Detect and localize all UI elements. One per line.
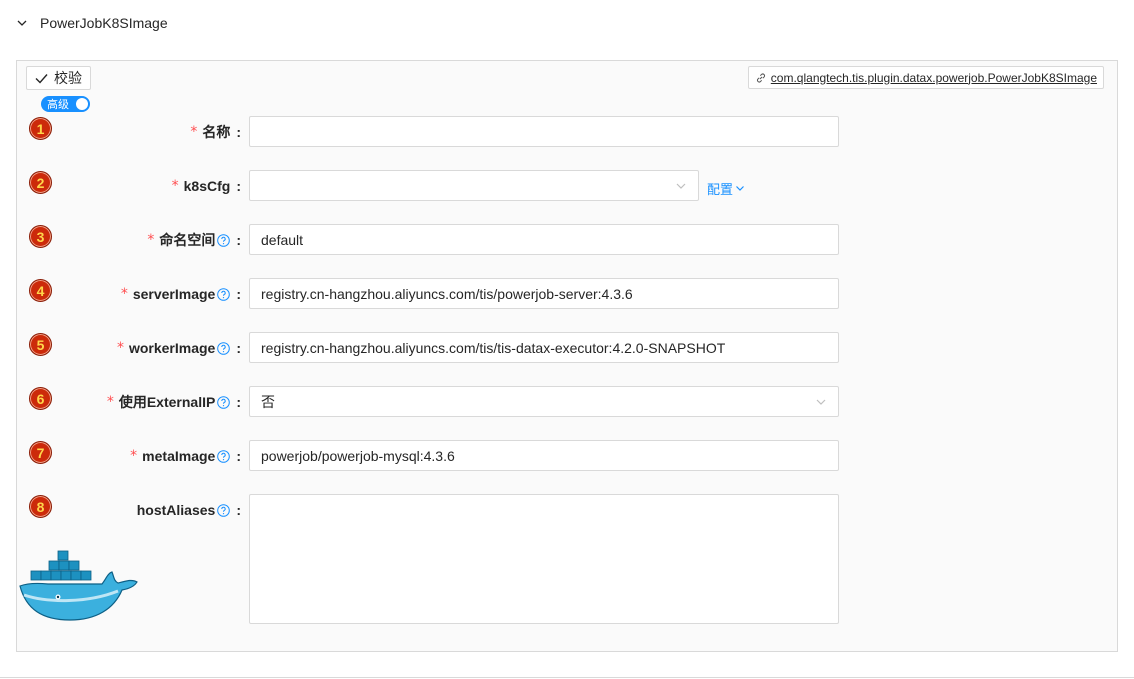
field-number-badge: 3 <box>29 225 52 248</box>
field-label-name: * 名称 : <box>190 124 241 140</box>
advanced-label: 高级 <box>47 99 69 111</box>
section-divider <box>0 677 1134 678</box>
field-label-server-image: * serverImage : <box>120 286 241 302</box>
question-circle-icon[interactable] <box>217 395 231 409</box>
chevron-down-icon <box>675 180 687 192</box>
field-label-worker-image: * workerImage : <box>116 340 241 356</box>
field-number-badge: 7 <box>29 441 52 464</box>
collapse-header[interactable]: PowerJobK8SImage <box>0 0 1134 46</box>
impl-class-name: com.qlangtech.tis.plugin.datax.powerjob.… <box>770 70 1097 85</box>
plugin-panel: 校验 com.qlangtech.tis.plugin.datax.powerj… <box>16 60 1118 652</box>
question-circle-icon[interactable] <box>217 503 231 517</box>
field-number-badge: 6 <box>29 387 52 410</box>
field-number-badge: 5 <box>29 333 52 356</box>
docker-whale-icon <box>18 539 140 626</box>
link-icon <box>755 72 767 84</box>
question-circle-icon[interactable] <box>217 449 231 463</box>
verify-button[interactable]: 校验 <box>26 66 91 90</box>
impl-class-link[interactable]: com.qlangtech.tis.plugin.datax.powerjob.… <box>747 66 1104 89</box>
chevron-down-icon <box>815 396 827 408</box>
question-circle-icon[interactable] <box>217 287 231 301</box>
collapse-title: PowerJobK8SImage <box>40 15 168 31</box>
field-number-badge: 8 <box>29 495 52 518</box>
field-label-namespace: * 命名空间 : <box>147 232 241 248</box>
server-image-input[interactable]: registry.cn-hangzhou.aliyuncs.com/tis/po… <box>249 278 839 309</box>
meta-image-input[interactable]: powerjob/powerjob-mysql:4.3.6 <box>249 440 839 471</box>
check-icon <box>35 73 48 84</box>
k8scfg-select[interactable] <box>249 170 699 201</box>
chevron-down-icon <box>16 17 28 29</box>
use-external-ip-select[interactable]: 否 <box>249 386 839 417</box>
field-number-badge: 1 <box>29 117 52 140</box>
field-number-badge: 4 <box>29 279 52 302</box>
field-label-host-aliases: hostAliases : <box>136 502 241 518</box>
advanced-toggle[interactable]: 高级 <box>41 96 90 112</box>
namespace-input[interactable]: default <box>249 224 839 255</box>
field-label-use-external-ip: * 使用ExternalIP : <box>106 394 241 410</box>
question-circle-icon[interactable] <box>217 233 231 247</box>
verify-label: 校验 <box>54 70 82 86</box>
toggle-knob <box>76 98 88 110</box>
field-label-meta-image: * metaImage : <box>130 448 241 464</box>
field-number-badge: 2 <box>29 171 52 194</box>
host-aliases-textarea[interactable] <box>249 494 839 624</box>
question-circle-icon[interactable] <box>217 341 231 355</box>
field-label-k8scfg: * k8sCfg : <box>171 178 241 194</box>
config-dropdown-link[interactable]: 配置 <box>707 178 745 198</box>
worker-image-input[interactable]: registry.cn-hangzhou.aliyuncs.com/tis/ti… <box>249 332 839 363</box>
name-input[interactable] <box>249 116 839 147</box>
chevron-down-icon <box>735 183 745 193</box>
